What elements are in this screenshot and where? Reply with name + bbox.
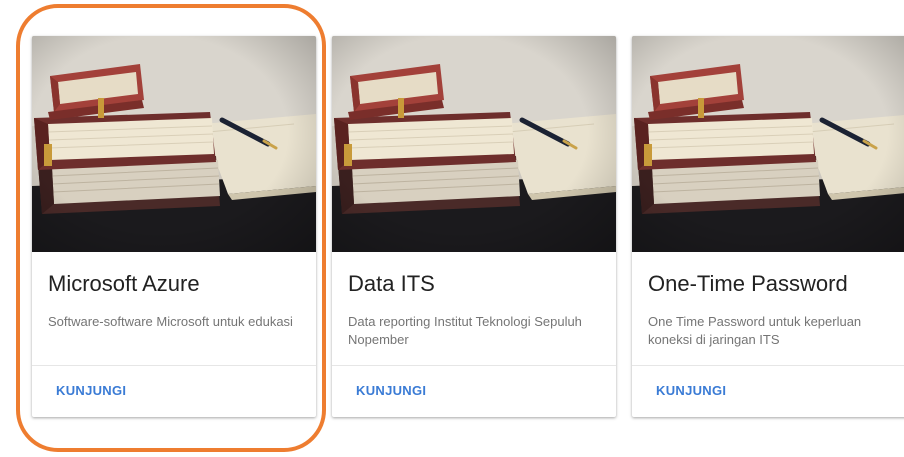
card-content: Data ITS Data reporting Institut Teknolo… [332, 252, 616, 366]
card-one-time-password: One-Time Password One Time Password untu… [632, 36, 904, 417]
card-content: Microsoft Azure Software-software Micros… [32, 252, 316, 366]
card-action-bar: KUNJUNGI [332, 365, 616, 417]
card-action-bar: KUNJUNGI [632, 365, 904, 417]
kunjungi-link[interactable]: KUNJUNGI [656, 366, 726, 416]
card-description: Data reporting Institut Teknologi Sepulu… [348, 314, 582, 347]
books-photo-icon [32, 36, 316, 252]
card-description: Software-software Microsoft untuk edukas… [48, 314, 293, 329]
card-title: Microsoft Azure [48, 271, 200, 296]
books-photo-icon [632, 36, 904, 252]
card-description: One Time Password untuk keperluan koneks… [648, 314, 862, 347]
books-photo-icon [332, 36, 616, 252]
card-data-its: Data ITS Data reporting Institut Teknolo… [332, 36, 616, 417]
card-title: One-Time Password [648, 271, 848, 296]
card-action-bar: KUNJUNGI [32, 365, 316, 417]
card-title: Data ITS [348, 271, 435, 296]
card-microsoft-azure: Microsoft Azure Software-software Micros… [32, 36, 316, 417]
kunjungi-link[interactable]: KUNJUNGI [56, 366, 126, 416]
kunjungi-link[interactable]: KUNJUNGI [356, 366, 426, 416]
card-content: One-Time Password One Time Password untu… [632, 252, 904, 366]
